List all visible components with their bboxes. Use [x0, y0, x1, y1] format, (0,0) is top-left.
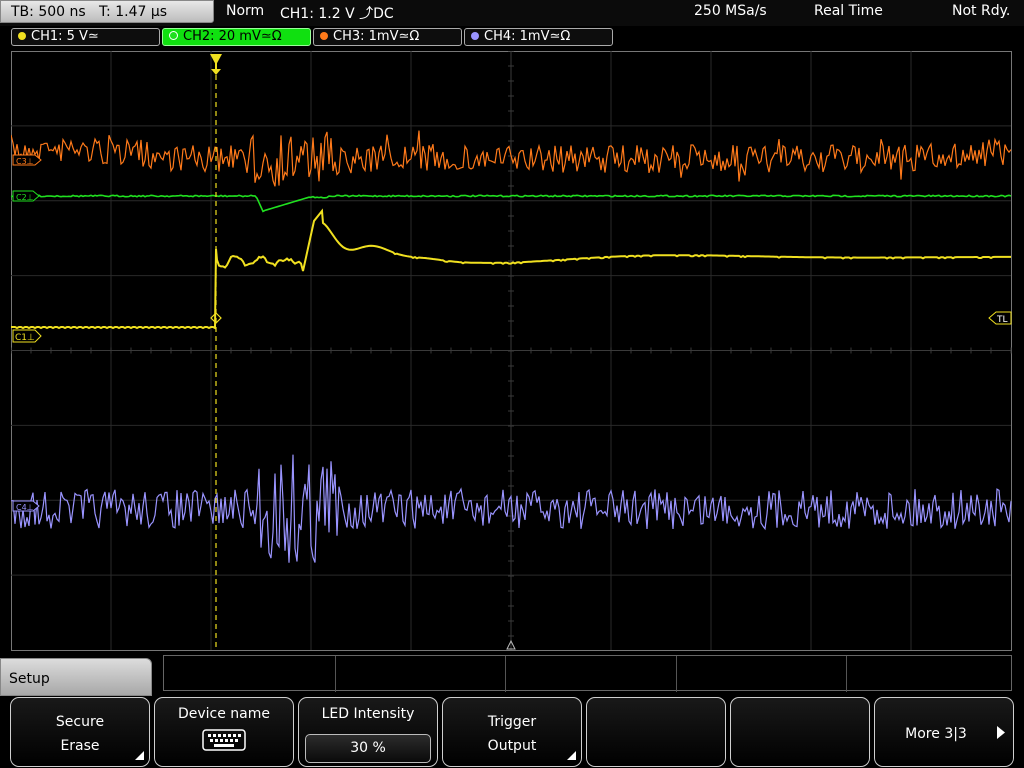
ch1-marker-label: C1⊥: [15, 333, 35, 343]
corner-triangle-icon: [567, 751, 576, 760]
ch4-marker-label: C4⊥: [16, 503, 34, 512]
channel-tab-row: CH1: 5 V≃ CH2: 20 mV≃Ω CH3: 1mV≃Ω CH4: 1…: [0, 26, 1024, 48]
acquisition-mode: Norm: [226, 3, 265, 19]
channel-tab-ch4[interactable]: CH4: 1mV≃Ω: [464, 28, 613, 46]
device-name-button[interactable]: Device name: [154, 697, 294, 767]
menu-info-strip: [163, 655, 1012, 692]
strip-divider: [505, 656, 506, 692]
menu-title: Setup: [9, 671, 50, 687]
trigger-output-label-line1: Trigger: [487, 714, 537, 730]
more-label: More 3|3: [905, 726, 967, 742]
strip-divider: [676, 656, 677, 692]
timebase-readout: TB: 500 ns: [11, 4, 86, 20]
trigger-level-label: TL: [996, 315, 1008, 325]
ch2-marker-label: C2⊥: [16, 193, 34, 202]
ch3-color-dot: [320, 32, 328, 40]
play-arrow-icon: [997, 726, 1005, 739]
secure-erase-button[interactable]: Secure Erase: [10, 697, 150, 767]
ch1-label: CH1: 5 V≃: [31, 29, 99, 44]
device-name-label: Device name: [177, 706, 271, 722]
ch4-label: CH4: 1mV≃Ω: [484, 29, 571, 44]
strip-divider: [846, 656, 847, 692]
keyboard-icon: [202, 729, 246, 751]
status-bar: TB: 500 ns T: 1.47 µs Norm CH1: 1.2 V ⤴D…: [0, 0, 1024, 26]
channel-tab-ch1[interactable]: CH1: 5 V≃: [11, 28, 160, 46]
sample-rate: 250 MSa/s: [694, 3, 767, 19]
empty-softkey-6[interactable]: [730, 697, 870, 767]
ch3-marker-label: C3⊥: [16, 157, 34, 166]
trigger-output-button[interactable]: Trigger Output: [442, 697, 582, 767]
acquisition-type: Real Time: [814, 3, 883, 19]
menu-title-tab[interactable]: Setup: [0, 658, 152, 696]
led-intensity-label: LED Intensity: [321, 706, 415, 722]
led-intensity-button[interactable]: LED Intensity 30 %: [298, 697, 438, 767]
corner-triangle-icon: [135, 751, 144, 760]
acquisition-state: Not Rdy.: [952, 3, 1011, 19]
ch3-label: CH3: 1mV≃Ω: [333, 29, 420, 44]
waveform-display[interactable]: C3⊥ C2⊥ C1⊥ C4⊥ TL: [11, 51, 1012, 651]
empty-softkey-5[interactable]: [586, 697, 726, 767]
channel-tab-ch3[interactable]: CH3: 1mV≃Ω: [313, 28, 462, 46]
trigger-info: CH1: 1.2 V ⤴DC: [280, 6, 394, 22]
ch4-color-dot: [471, 32, 479, 40]
channel-tab-ch2[interactable]: CH2: 20 mV≃Ω: [162, 28, 311, 46]
ch2-label: CH2: 20 mV≃Ω: [183, 29, 282, 44]
softkey-menu: Setup Secure Erase Device name LED Inten…: [0, 655, 1024, 768]
ch1-color-dot: [18, 32, 26, 40]
trigger-output-label-line2: Output: [487, 738, 537, 754]
led-intensity-value: 30 %: [305, 734, 431, 763]
timebase-box[interactable]: TB: 500 ns T: 1.47 µs: [0, 0, 214, 23]
secure-erase-label-line2: Erase: [60, 738, 100, 754]
ch2-color-dot: [169, 31, 178, 40]
trigger-time-readout: T: 1.47 µs: [99, 4, 168, 20]
strip-divider: [335, 656, 336, 692]
more-button[interactable]: More 3|3: [874, 697, 1014, 767]
secure-erase-label-line1: Secure: [55, 714, 105, 730]
